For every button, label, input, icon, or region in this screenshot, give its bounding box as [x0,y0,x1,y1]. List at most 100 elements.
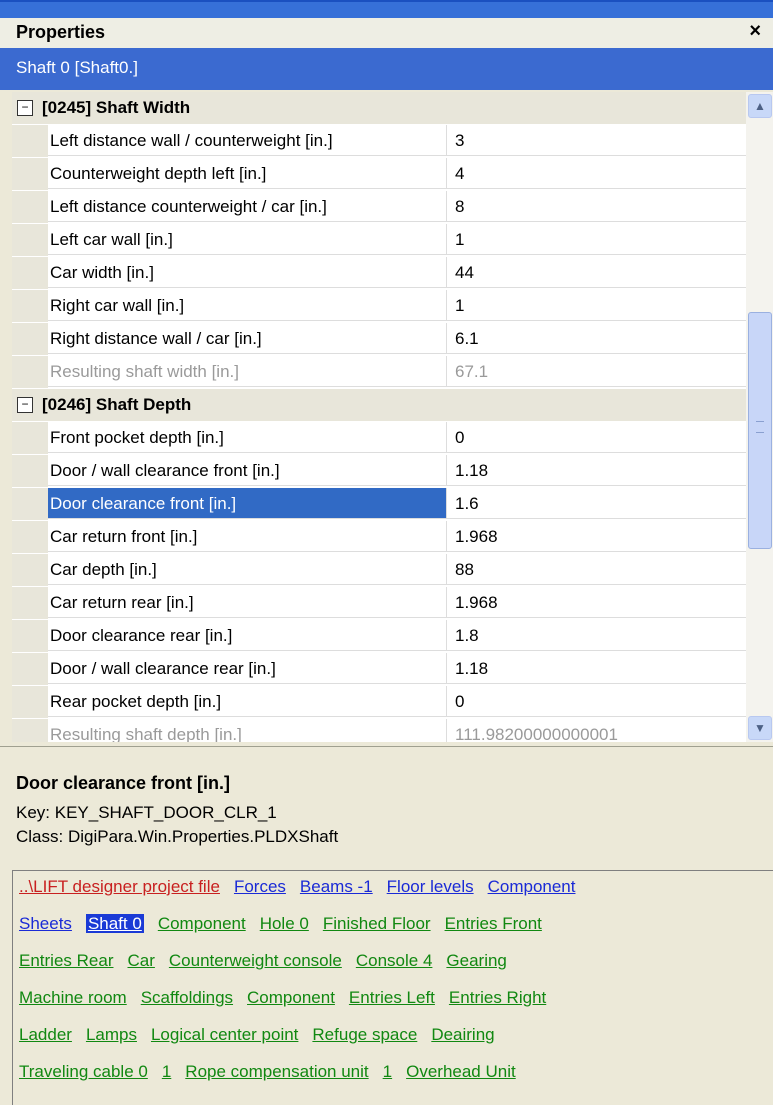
nav-link[interactable]: Component [158,914,246,933]
property-name[interactable]: Left distance counterweight / car [in.] [48,191,446,222]
property-name[interactable]: Rear pocket depth [in.] [48,686,446,717]
group-header[interactable]: − [0245] Shaft Width [12,92,747,124]
nav-link[interactable]: Entries Left [349,988,435,1007]
property-value[interactable]: 6.1 [446,323,747,354]
property-name[interactable]: Car depth [in.] [48,554,446,585]
property-value[interactable]: 0 [446,686,747,717]
property-value[interactable]: 1.8 [446,620,747,651]
property-value[interactable]: 1.968 [446,521,747,552]
property-value[interactable]: 1.18 [446,455,747,486]
property-row[interactable]: Right distance wall / car [in.] 6.1 [12,323,747,355]
property-value[interactable]: 3 [446,125,747,156]
property-row[interactable]: Front pocket depth [in.] 0 [12,422,747,454]
property-name[interactable]: Resulting shaft depth [in.] [48,719,446,742]
property-value[interactable]: 0 [446,422,747,453]
close-icon[interactable]: × [749,20,761,43]
property-row[interactable]: Resulting shaft depth [in.] 111.982000000… [12,719,747,742]
property-row[interactable]: Car return rear [in.] 1.968 [12,587,747,619]
scroll-thumb[interactable] [748,312,772,549]
property-row[interactable]: Left distance counterweight / car [in.] 8 [12,191,747,223]
property-name[interactable]: Car return front [in.] [48,521,446,552]
panel-title: Properties [16,22,106,42]
nav-link[interactable]: Rope compensation unit [185,1062,368,1081]
property-row[interactable]: Door / wall clearance rear [in.] 1.18 [12,653,747,685]
nav-link[interactable]: Machine room [19,988,127,1007]
nav-link[interactable]: 1 [162,1062,171,1081]
property-name[interactable]: Left distance wall / counterweight [in.] [48,125,446,156]
property-row[interactable]: Car depth [in.] 88 [12,554,747,586]
nav-link[interactable]: Logical center point [151,1025,298,1044]
link-row: ..\LIFT designer project file Forces Beams… [19,877,589,897]
property-row[interactable]: Door clearance front [in.] 1.6 [12,488,747,520]
property-value[interactable]: 67.1 [446,356,747,387]
nav-link[interactable]: Finished Floor [323,914,431,933]
collapse-icon[interactable]: − [17,397,33,413]
nav-link[interactable]: Shaft 0 [85,914,144,933]
property-value[interactable]: 1 [446,290,747,321]
nav-link[interactable]: Overhead Unit [406,1062,516,1081]
nav-link[interactable]: Counterweight console [169,951,342,970]
collapse-icon[interactable]: − [17,100,33,116]
property-name[interactable]: Door clearance front [in.] [48,488,446,519]
nav-link[interactable]: Component [247,988,335,1007]
property-row[interactable]: Door clearance rear [in.] 1.8 [12,620,747,652]
nav-link[interactable]: Lamps [86,1025,137,1044]
property-row[interactable]: Rear pocket depth [in.] 0 [12,686,747,718]
property-name[interactable]: Car width [in.] [48,257,446,288]
nav-link[interactable]: Entries Rear [19,951,113,970]
property-row[interactable]: Right car wall [in.] 1 [12,290,747,322]
property-row[interactable]: Resulting shaft width [in.] 67.1 [12,356,747,388]
nav-link[interactable]: Gearing [446,951,506,970]
nav-link[interactable]: Sheets [19,914,72,933]
nav-link[interactable]: 1 [383,1062,392,1081]
nav-link[interactable]: Refuge space [312,1025,417,1044]
nav-link[interactable]: Hole 0 [260,914,309,933]
property-value[interactable]: 1.18 [446,653,747,684]
vertical-scrollbar[interactable]: ▲ ▼ [746,92,773,742]
scroll-down-icon[interactable]: ▼ [748,716,772,740]
property-name[interactable]: Car return rear [in.] [48,587,446,618]
nav-link[interactable]: Scaffoldings [141,988,233,1007]
nav-link[interactable]: Car [127,951,154,970]
property-name[interactable]: Resulting shaft width [in.] [48,356,446,387]
property-value[interactable]: 111.98200000000001 [446,719,747,742]
property-value[interactable]: 4 [446,158,747,189]
group-header[interactable]: − [0246] Shaft Depth [12,389,747,421]
property-name[interactable]: Door / wall clearance front [in.] [48,455,446,486]
property-name[interactable]: Door / wall clearance rear [in.] [48,653,446,684]
property-value[interactable]: 1.6 [446,488,747,519]
property-row[interactable]: Left distance wall / counterweight [in.]… [12,125,747,157]
nav-link[interactable]: ..\LIFT designer project file [19,877,220,896]
property-row[interactable]: Counterweight depth left [in.] 4 [12,158,747,190]
property-name[interactable]: Front pocket depth [in.] [48,422,446,453]
nav-link[interactable]: Beams -1 [300,877,373,896]
row-gutter [12,422,48,454]
property-value[interactable]: 1 [446,224,747,255]
row-gutter [12,554,48,586]
property-name[interactable]: Right distance wall / car [in.] [48,323,446,354]
row-gutter [12,224,48,256]
property-name[interactable]: Counterweight depth left [in.] [48,158,446,189]
nav-link[interactable]: Deairing [431,1025,494,1044]
nav-link[interactable]: Console 4 [356,951,433,970]
property-row[interactable]: Door / wall clearance front [in.] 1.18 [12,455,747,487]
nav-link[interactable]: Ladder [19,1025,72,1044]
property-value[interactable]: 88 [446,554,747,585]
nav-link[interactable]: Entries Front [445,914,542,933]
scroll-up-icon[interactable]: ▲ [748,94,772,118]
property-value[interactable]: 1.968 [446,587,747,618]
nav-link[interactable]: Component [488,877,576,896]
property-row[interactable]: Car width [in.] 44 [12,257,747,289]
nav-link[interactable]: Forces [234,877,286,896]
property-name[interactable]: Right car wall [in.] [48,290,446,321]
nav-link[interactable]: Traveling cable 0 [19,1062,148,1081]
property-value[interactable]: 44 [446,257,747,288]
nav-link[interactable]: Floor levels [387,877,474,896]
property-row[interactable]: Left car wall [in.] 1 [12,224,747,256]
property-name[interactable]: Left car wall [in.] [48,224,446,255]
property-row[interactable]: Car return front [in.] 1.968 [12,521,747,553]
object-selector[interactable]: Shaft 0 [Shaft0.] [0,48,773,90]
property-name[interactable]: Door clearance rear [in.] [48,620,446,651]
property-value[interactable]: 8 [446,191,747,222]
nav-link[interactable]: Entries Right [449,988,546,1007]
